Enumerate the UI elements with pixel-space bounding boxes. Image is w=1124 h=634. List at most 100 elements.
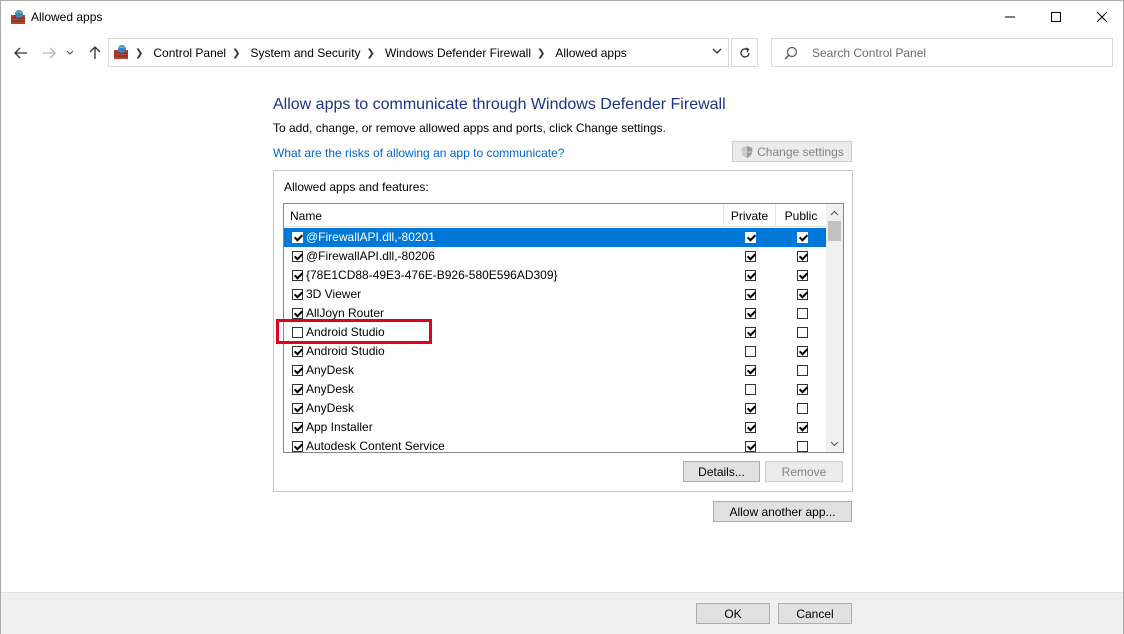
maximize-button[interactable] xyxy=(1033,1,1079,33)
public-checkbox[interactable] xyxy=(797,327,808,338)
app-enabled-checkbox[interactable] xyxy=(292,232,303,243)
public-checkbox[interactable] xyxy=(797,308,808,319)
app-name: @FirewallAPI.dll,-80201 xyxy=(306,230,435,244)
table-row[interactable]: AnyDesk xyxy=(284,380,827,399)
breadcrumb-separator-icon[interactable]: ❯ xyxy=(365,48,381,59)
annotation-highlight-box xyxy=(276,319,432,344)
recent-locations-button[interactable] xyxy=(63,43,77,63)
table-row[interactable]: 3D Viewer xyxy=(284,285,827,304)
search-placeholder: Search Control Panel xyxy=(812,46,927,60)
scroll-up-button[interactable] xyxy=(826,204,843,221)
remove-button[interactable]: Remove xyxy=(765,461,843,482)
minimize-icon xyxy=(1005,16,1015,18)
private-checkbox[interactable] xyxy=(745,441,756,452)
refresh-button[interactable] xyxy=(731,38,758,67)
minimize-button[interactable] xyxy=(987,1,1033,33)
scroll-thumb[interactable] xyxy=(828,221,841,241)
column-header-name[interactable]: Name xyxy=(290,204,322,226)
ok-button[interactable]: OK xyxy=(696,603,770,624)
breadcrumb-allowed-apps[interactable]: Allowed apps xyxy=(551,46,630,60)
details-button[interactable]: Details... xyxy=(683,461,760,482)
app-name: @FirewallAPI.dll,-80206 xyxy=(306,249,435,263)
public-checkbox[interactable] xyxy=(797,232,808,243)
breadcrumb-separator-icon[interactable]: ❯ xyxy=(535,48,551,59)
table-row[interactable]: @FirewallAPI.dll,-80206 xyxy=(284,247,827,266)
table-row[interactable]: Android Studio xyxy=(284,342,827,361)
private-checkbox[interactable] xyxy=(745,422,756,433)
back-button[interactable] xyxy=(11,43,31,63)
table-row[interactable]: @FirewallAPI.dll,-80201 xyxy=(284,228,827,247)
private-checkbox[interactable] xyxy=(745,270,756,281)
search-input[interactable]: Search Control Panel xyxy=(771,38,1113,67)
private-checkbox[interactable] xyxy=(745,232,756,243)
table-row[interactable]: AnyDesk xyxy=(284,361,827,380)
private-checkbox[interactable] xyxy=(745,403,756,414)
app-enabled-checkbox[interactable] xyxy=(292,441,303,452)
page-title: Allow apps to communicate through Window… xyxy=(273,96,726,113)
app-enabled-checkbox[interactable] xyxy=(292,289,303,300)
app-name: AnyDesk xyxy=(306,382,355,396)
allow-another-app-button[interactable]: Allow another app... xyxy=(713,501,852,522)
breadcrumb: ❯ Control Panel ❯ System and Security ❯ … xyxy=(133,46,631,60)
breadcrumb-system-and-security[interactable]: System and Security xyxy=(247,46,365,60)
forward-button[interactable] xyxy=(39,43,59,63)
table-row[interactable]: Autodesk Content Service xyxy=(284,437,827,453)
public-checkbox[interactable] xyxy=(797,289,808,300)
app-enabled-checkbox[interactable] xyxy=(292,346,303,357)
private-checkbox[interactable] xyxy=(745,251,756,262)
vertical-scrollbar[interactable] xyxy=(826,204,843,452)
app-name: Android Studio xyxy=(306,344,385,358)
change-settings-button[interactable]: Change settings xyxy=(732,141,852,162)
public-checkbox[interactable] xyxy=(797,270,808,281)
maximize-icon xyxy=(1051,12,1061,22)
breadcrumb-control-panel[interactable]: Control Panel xyxy=(149,46,230,60)
app-enabled-checkbox[interactable] xyxy=(292,422,303,433)
breadcrumb-windows-defender-firewall[interactable]: Windows Defender Firewall xyxy=(381,46,535,60)
private-checkbox[interactable] xyxy=(745,346,756,357)
chevron-down-icon xyxy=(830,441,839,446)
private-checkbox[interactable] xyxy=(745,327,756,338)
app-enabled-checkbox[interactable] xyxy=(292,270,303,281)
address-dropdown-icon[interactable] xyxy=(712,47,722,55)
risks-link[interactable]: What are the risks of allowing an app to… xyxy=(273,146,564,160)
app-enabled-checkbox[interactable] xyxy=(292,308,303,319)
column-header-public[interactable]: Public xyxy=(775,204,827,226)
app-enabled-checkbox[interactable] xyxy=(292,365,303,376)
uac-shield-icon xyxy=(741,145,753,158)
app-enabled-checkbox[interactable] xyxy=(292,251,303,262)
navigation-bar: ❯ Control Panel ❯ System and Security ❯ … xyxy=(1,37,1123,69)
up-button[interactable] xyxy=(85,43,105,63)
table-row[interactable]: {78E1CD88-49E3-476E-B926-580E596AD309} xyxy=(284,266,827,285)
app-enabled-checkbox[interactable] xyxy=(292,384,303,395)
app-name: AllJoyn Router xyxy=(306,306,385,320)
breadcrumb-separator-icon[interactable]: ❯ xyxy=(230,48,246,59)
public-checkbox[interactable] xyxy=(797,251,808,262)
public-checkbox[interactable] xyxy=(797,403,808,414)
private-checkbox[interactable] xyxy=(745,365,756,376)
arrow-right-icon xyxy=(43,47,56,59)
chevron-down-icon xyxy=(66,50,74,55)
address-bar[interactable]: ❯ Control Panel ❯ System and Security ❯ … xyxy=(108,38,729,67)
app-name: App Installer xyxy=(306,420,373,434)
public-checkbox[interactable] xyxy=(797,441,808,452)
scroll-down-button[interactable] xyxy=(826,435,843,452)
public-checkbox[interactable] xyxy=(797,346,808,357)
private-checkbox[interactable] xyxy=(745,384,756,395)
cancel-button[interactable]: Cancel xyxy=(778,603,852,624)
app-name: {78E1CD88-49E3-476E-B926-580E596AD309} xyxy=(306,268,558,282)
change-settings-label: Change settings xyxy=(757,144,844,159)
public-checkbox[interactable] xyxy=(797,365,808,376)
close-icon xyxy=(1097,12,1107,22)
app-enabled-checkbox[interactable] xyxy=(292,403,303,414)
table-row[interactable]: App Installer xyxy=(284,418,827,437)
public-checkbox[interactable] xyxy=(797,422,808,433)
app-name: Autodesk Content Service xyxy=(306,439,445,453)
private-checkbox[interactable] xyxy=(745,308,756,319)
private-checkbox[interactable] xyxy=(745,289,756,300)
table-row[interactable]: AnyDesk xyxy=(284,399,827,418)
column-header-private[interactable]: Private xyxy=(723,204,775,226)
breadcrumb-separator-icon: ❯ xyxy=(135,47,144,59)
public-checkbox[interactable] xyxy=(797,384,808,395)
app-name: AnyDesk xyxy=(306,401,355,415)
close-button[interactable] xyxy=(1079,1,1124,33)
